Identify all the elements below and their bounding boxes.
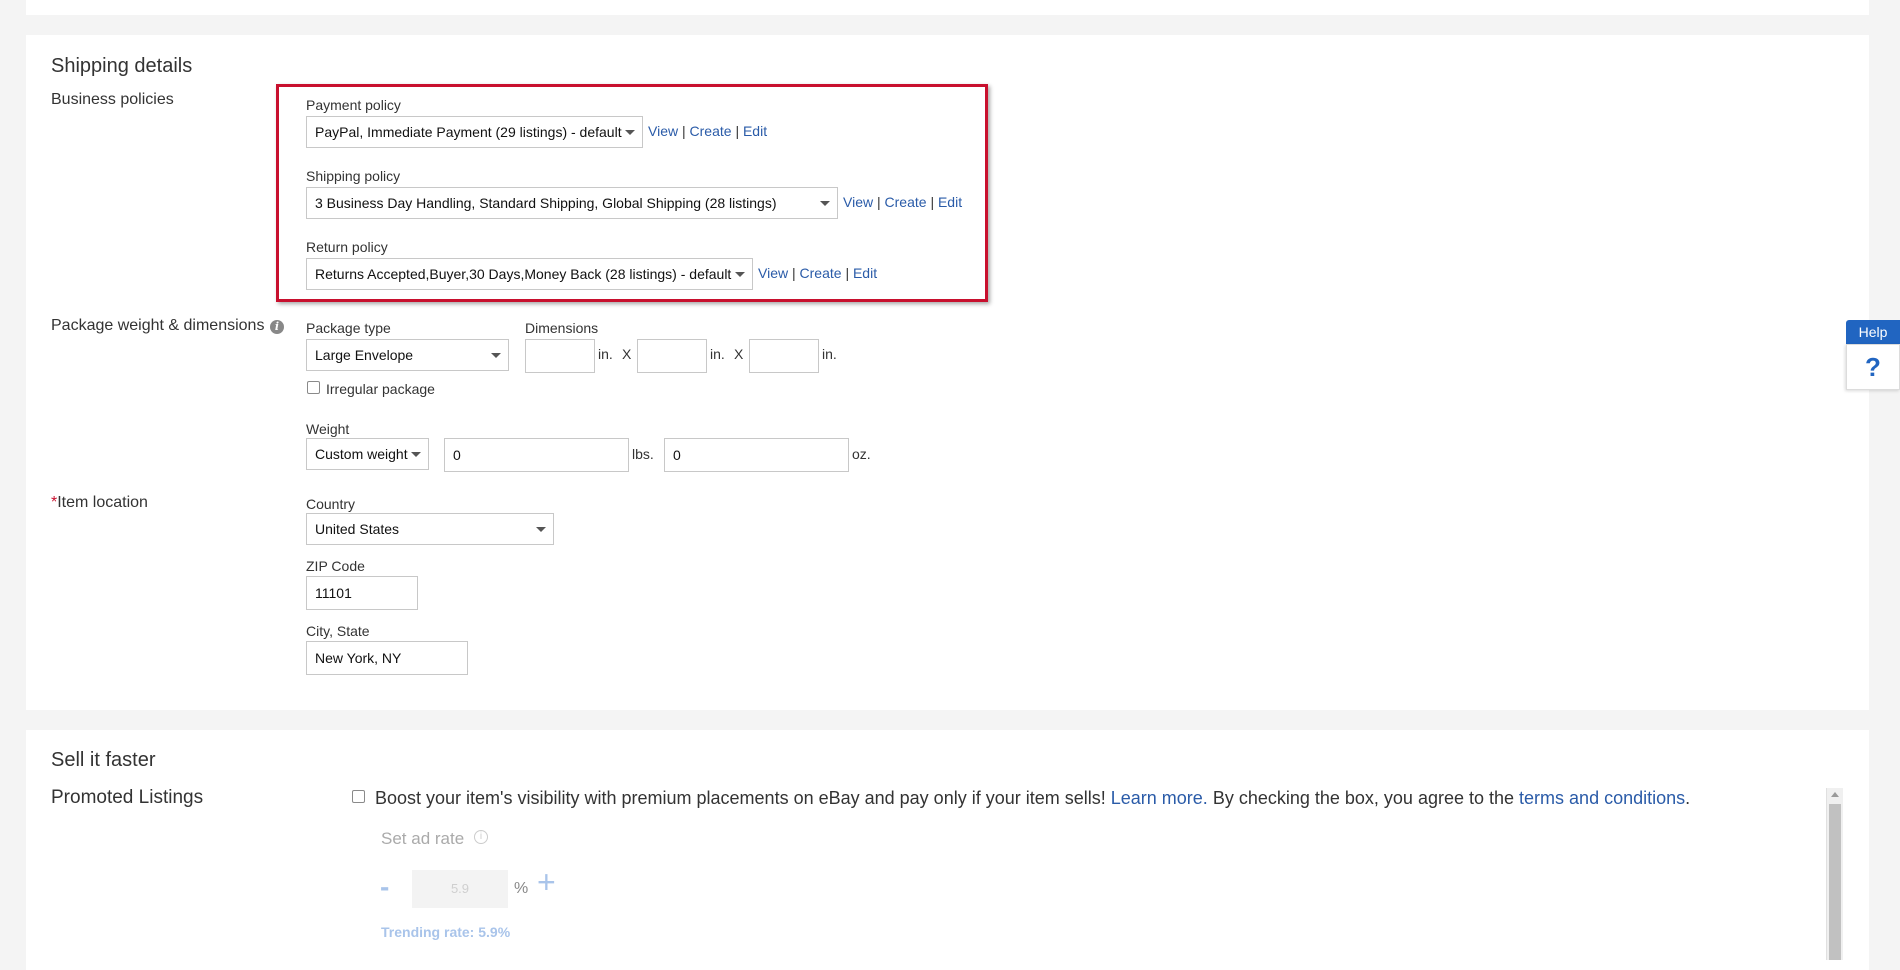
dimension-unit: in.: [598, 346, 613, 362]
chevron-down-icon: [735, 272, 745, 277]
help-label[interactable]: Help: [1846, 320, 1900, 344]
weight-lbs-input[interactable]: 0: [444, 438, 629, 472]
link-separator: |: [845, 265, 850, 281]
link-separator: |: [681, 123, 686, 139]
payment-policy-value: PayPal, Immediate Payment (29 listings) …: [315, 124, 622, 140]
promoted-listings-checkbox[interactable]: [352, 790, 365, 803]
promoted-scrollbar[interactable]: [1826, 788, 1843, 960]
return-policy-select[interactable]: Returns Accepted,Buyer,30 Days,Money Bac…: [306, 258, 753, 290]
set-ad-rate-label: Set ad rate: [381, 829, 465, 848]
city-label: City, State: [306, 623, 370, 639]
shipping-view-link[interactable]: View: [843, 194, 873, 210]
help-tab[interactable]: Help ?: [1846, 320, 1900, 390]
dimension-x-separator: X: [622, 346, 632, 362]
dimension-width-input[interactable]: [637, 339, 707, 373]
chevron-down-icon: [491, 353, 501, 358]
shipping-policy-select[interactable]: 3 Business Day Handling, Standard Shippi…: [306, 187, 838, 219]
chevron-down-icon: [536, 527, 546, 532]
promoted-listings-label: Promoted Listings: [51, 787, 204, 808]
irregular-package-label: Irregular package: [326, 381, 435, 397]
promoted-listings-text: Boost your item's visibility with premiu…: [375, 788, 1690, 809]
link-separator: |: [791, 265, 796, 281]
chevron-down-icon: [411, 452, 421, 457]
lbs-unit: lbs.: [632, 446, 654, 462]
item-location-text: Item location: [57, 494, 148, 511]
shipping-create-link[interactable]: Create: [885, 194, 927, 210]
country-value: United States: [315, 521, 400, 537]
agree-text: By checking the box, you agree to the: [1212, 788, 1515, 808]
dimension-x-separator: X: [734, 346, 744, 362]
package-type-select[interactable]: Large Envelope: [306, 339, 509, 371]
shipping-policy-value: 3 Business Day Handling, Standard Shippi…: [315, 195, 777, 211]
dimensions-label: Dimensions: [525, 320, 599, 336]
return-edit-link[interactable]: Edit: [853, 265, 877, 281]
trending-rate: Trending rate: 5.9%: [381, 924, 511, 940]
top-panel-edge: [26, 0, 1869, 15]
payment-policy-links: View | Create | Edit: [648, 123, 767, 139]
shipping-edit-link[interactable]: Edit: [938, 194, 962, 210]
boost-text: Boost your item's visibility with premiu…: [375, 788, 1106, 808]
dimension-unit: in.: [822, 346, 837, 362]
country-label: Country: [306, 496, 356, 512]
payment-policy-label: Payment policy: [306, 97, 401, 113]
weight-type-value: Custom weight: [315, 446, 408, 462]
link-separator: |: [876, 194, 881, 210]
dimension-unit: in.: [710, 346, 725, 362]
business-policies-label: Business policies: [51, 91, 174, 108]
ad-rate-info-icon[interactable]: i: [474, 830, 488, 844]
sell-it-faster-title: Sell it faster: [51, 749, 156, 771]
payment-view-link[interactable]: View: [648, 123, 678, 139]
terms-link[interactable]: terms and conditions: [1519, 788, 1685, 808]
zip-label: ZIP Code: [306, 558, 365, 574]
package-row-label: Package weight & dimensions: [51, 317, 265, 334]
package-type-value: Large Envelope: [315, 347, 414, 363]
link-separator: |: [930, 194, 935, 210]
oz-unit: oz.: [852, 446, 871, 462]
chevron-down-icon: [820, 201, 830, 206]
dimension-height-input[interactable]: [749, 339, 819, 373]
learn-more-link[interactable]: Learn more.: [1111, 788, 1208, 808]
link-separator: |: [735, 123, 740, 139]
zip-input[interactable]: 11101: [306, 576, 418, 610]
payment-edit-link[interactable]: Edit: [743, 123, 767, 139]
weight-label: Weight: [306, 421, 350, 437]
percent-sign: %: [514, 880, 529, 897]
irregular-package-checkbox[interactable]: [307, 381, 320, 394]
shipping-details-title: Shipping details: [51, 55, 193, 77]
return-policy-label: Return policy: [306, 239, 388, 255]
info-icon[interactable]: i: [270, 320, 284, 334]
return-policy-value: Returns Accepted,Buyer,30 Days,Money Bac…: [315, 266, 732, 282]
weight-type-select[interactable]: Custom weight: [306, 438, 429, 470]
dimension-length-input[interactable]: [525, 339, 595, 373]
return-view-link[interactable]: View: [758, 265, 788, 281]
return-create-link[interactable]: Create: [800, 265, 842, 281]
increase-rate-button[interactable]: +: [537, 864, 556, 900]
period: .: [1685, 788, 1691, 808]
chevron-down-icon: [625, 130, 635, 135]
scrollbar-thumb[interactable]: [1829, 804, 1841, 960]
country-select[interactable]: United States: [306, 513, 554, 545]
payment-create-link[interactable]: Create: [690, 123, 732, 139]
sell-it-faster-panel: [26, 730, 1869, 970]
shipping-policy-label: Shipping policy: [306, 168, 401, 184]
item-location-label: *Item location: [51, 494, 148, 512]
decrease-rate-button[interactable]: -: [380, 872, 389, 902]
weight-oz-input[interactable]: 0: [664, 438, 849, 472]
scroll-up-arrow-icon[interactable]: [1831, 792, 1839, 797]
ad-rate-input[interactable]: 5.9: [412, 870, 508, 908]
package-type-label: Package type: [306, 320, 391, 336]
question-icon[interactable]: ?: [1846, 344, 1900, 390]
payment-policy-select[interactable]: PayPal, Immediate Payment (29 listings) …: [306, 116, 643, 148]
city-input[interactable]: New York, NY: [306, 641, 468, 675]
shipping-policy-links: View | Create | Edit: [843, 194, 962, 210]
return-policy-links: View | Create | Edit: [758, 265, 877, 281]
